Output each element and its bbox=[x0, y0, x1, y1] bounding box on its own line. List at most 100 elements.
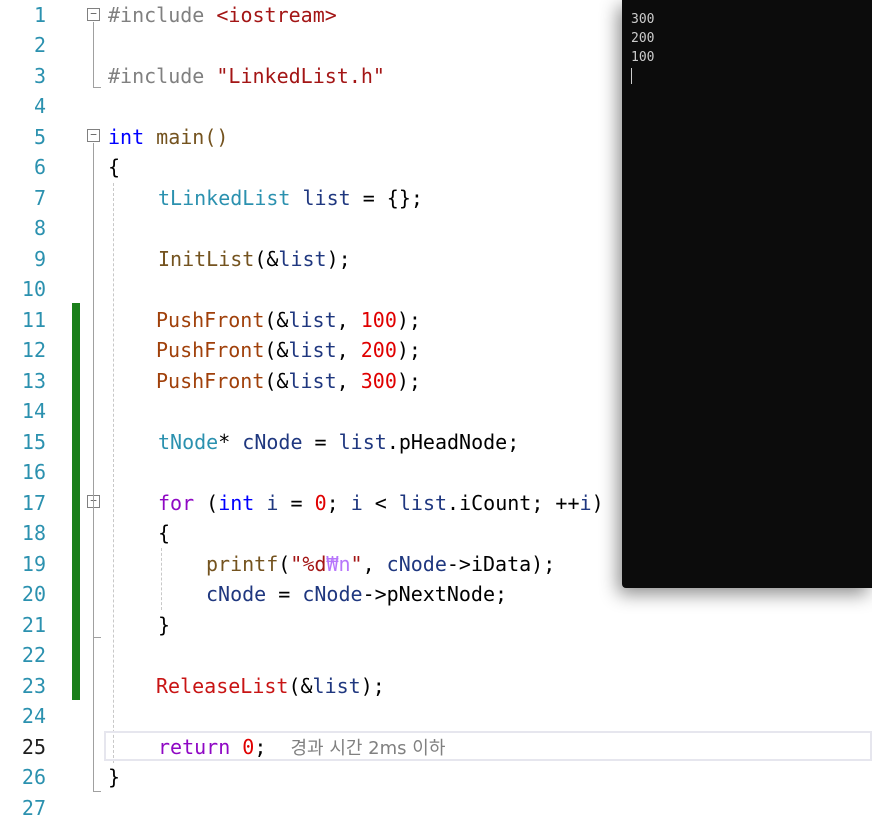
code-text: , bbox=[336, 308, 361, 332]
fold-collapse-icon[interactable]: − bbox=[87, 8, 100, 21]
line-number: 9 bbox=[33, 247, 46, 271]
code-text: , bbox=[362, 552, 387, 576]
code-line-7[interactable]: tLinkedList list = {}; bbox=[158, 183, 423, 213]
code-text: = bbox=[266, 582, 303, 606]
line-number: 17 bbox=[21, 491, 46, 515]
line-number: 4 bbox=[33, 94, 46, 118]
variable: list bbox=[288, 338, 337, 362]
function-name: printf bbox=[206, 552, 279, 576]
code-text: * bbox=[218, 430, 231, 454]
code-line-18[interactable]: { bbox=[158, 518, 170, 548]
variable: list bbox=[338, 430, 387, 454]
code-text: < bbox=[362, 491, 399, 515]
code-text: (& bbox=[264, 338, 289, 362]
code-text: ); bbox=[396, 338, 421, 362]
type-name: tLinkedList bbox=[158, 186, 291, 210]
line-number: 27 bbox=[21, 796, 46, 820]
line-number: 23 bbox=[21, 674, 46, 698]
include-header: "LinkedList.h" bbox=[216, 64, 385, 88]
string-literal: "%d bbox=[290, 552, 327, 576]
code-text: .iCount bbox=[447, 491, 532, 515]
line-number: 10 bbox=[21, 277, 46, 301]
code-text: = bbox=[302, 430, 339, 454]
code-line-12[interactable]: PushFront(&list, 200); bbox=[156, 335, 421, 365]
keyword: int bbox=[218, 491, 255, 515]
line-number: 21 bbox=[21, 613, 46, 637]
code-line-26[interactable]: } bbox=[108, 762, 120, 792]
code-text: .pHeadNode; bbox=[386, 430, 520, 454]
code-text: ) bbox=[591, 491, 604, 515]
code-line-15[interactable]: tNode* cNode = list.pHeadNode; bbox=[158, 427, 519, 457]
number-literal: 0 bbox=[230, 735, 255, 759]
fold-collapse-icon[interactable]: − bbox=[87, 129, 100, 142]
variable: cNode bbox=[230, 430, 303, 454]
function-name: ReleaseList bbox=[156, 674, 289, 698]
variable: i bbox=[579, 491, 592, 515]
code-line-13[interactable]: PushFront(&list, 300); bbox=[156, 366, 421, 396]
line-number: 11 bbox=[21, 308, 46, 332]
code-line-3[interactable]: #include "LinkedList.h" bbox=[108, 61, 385, 91]
fold-bracket-end bbox=[93, 637, 101, 638]
code-line-17[interactable]: for (int i = 0; i < list.iCount; ++i) bbox=[158, 488, 604, 518]
fold-bracket-end bbox=[93, 791, 101, 792]
indent-guide bbox=[161, 548, 162, 610]
fold-bracket bbox=[93, 22, 94, 87]
code-text: (& bbox=[264, 369, 289, 393]
include-header: <iostream> bbox=[216, 3, 337, 27]
code-text: ; ++ bbox=[531, 491, 580, 515]
line-number: 7 bbox=[33, 186, 46, 210]
brace: } bbox=[158, 613, 171, 637]
code-text: ); bbox=[326, 247, 351, 271]
code-text: ->pNextNode; bbox=[362, 582, 508, 606]
code-line-21[interactable]: } bbox=[158, 610, 170, 640]
function-name: main() bbox=[144, 125, 229, 149]
code-line-20[interactable]: cNode = cNode->pNextNode; bbox=[206, 579, 507, 609]
code-line-23[interactable]: ReleaseList(&list); bbox=[156, 671, 385, 701]
keyword: int bbox=[108, 125, 145, 149]
console-output-line: 300 bbox=[631, 12, 655, 27]
code-text: ->iData); bbox=[446, 552, 556, 576]
keyword: return bbox=[158, 735, 231, 759]
variable: cNode bbox=[302, 582, 363, 606]
code-text: ); bbox=[396, 308, 421, 332]
code-line-19[interactable]: printf("%d₩n", cNode->iData); bbox=[206, 549, 555, 579]
line-number: 14 bbox=[21, 399, 46, 423]
code-text: (& bbox=[288, 674, 313, 698]
line-number: 24 bbox=[21, 704, 46, 728]
code-line-9[interactable]: InitList(&list); bbox=[158, 244, 351, 274]
function-name: PushFront bbox=[156, 369, 265, 393]
variable: list bbox=[288, 369, 337, 393]
string-literal: " bbox=[350, 552, 363, 576]
variable: i bbox=[338, 491, 363, 515]
line-number: 8 bbox=[33, 216, 46, 240]
line-number-active: 25 bbox=[21, 735, 46, 759]
console-window[interactable]: 300 200 100 bbox=[622, 0, 872, 588]
number-literal: 0 bbox=[314, 491, 327, 515]
number-literal: 200 bbox=[360, 338, 397, 362]
code-text: ; bbox=[254, 735, 267, 759]
variable: i bbox=[254, 491, 279, 515]
line-number: 22 bbox=[21, 643, 46, 667]
code-line-25[interactable]: return 0; 경과 시간 2ms 이하 bbox=[158, 732, 445, 764]
brace: { bbox=[158, 521, 171, 545]
line-number: 5 bbox=[33, 125, 46, 149]
code-line-5[interactable]: int main() bbox=[108, 122, 228, 152]
elapsed-time-hint: 경과 시간 2ms 이하 bbox=[290, 738, 446, 759]
variable: list bbox=[290, 186, 351, 210]
code-line-1[interactable]: #include <iostream> bbox=[108, 0, 337, 30]
function-name: PushFront bbox=[156, 308, 265, 332]
line-number: 15 bbox=[21, 430, 46, 454]
code-text: (& bbox=[264, 308, 289, 332]
variable: list bbox=[278, 247, 327, 271]
line-number: 26 bbox=[21, 765, 46, 789]
number-literal: 300 bbox=[360, 369, 397, 393]
code-line-6[interactable]: { bbox=[108, 152, 120, 182]
code-line-11[interactable]: PushFront(&list, 100); bbox=[156, 305, 421, 335]
keyword: for bbox=[158, 491, 195, 515]
type-name: tNode bbox=[158, 430, 219, 454]
change-indicator-bar bbox=[72, 303, 80, 700]
variable: list bbox=[398, 491, 448, 515]
fold-bracket bbox=[93, 143, 94, 791]
console-output-line: 200 bbox=[631, 31, 655, 46]
line-number: 16 bbox=[21, 460, 46, 484]
